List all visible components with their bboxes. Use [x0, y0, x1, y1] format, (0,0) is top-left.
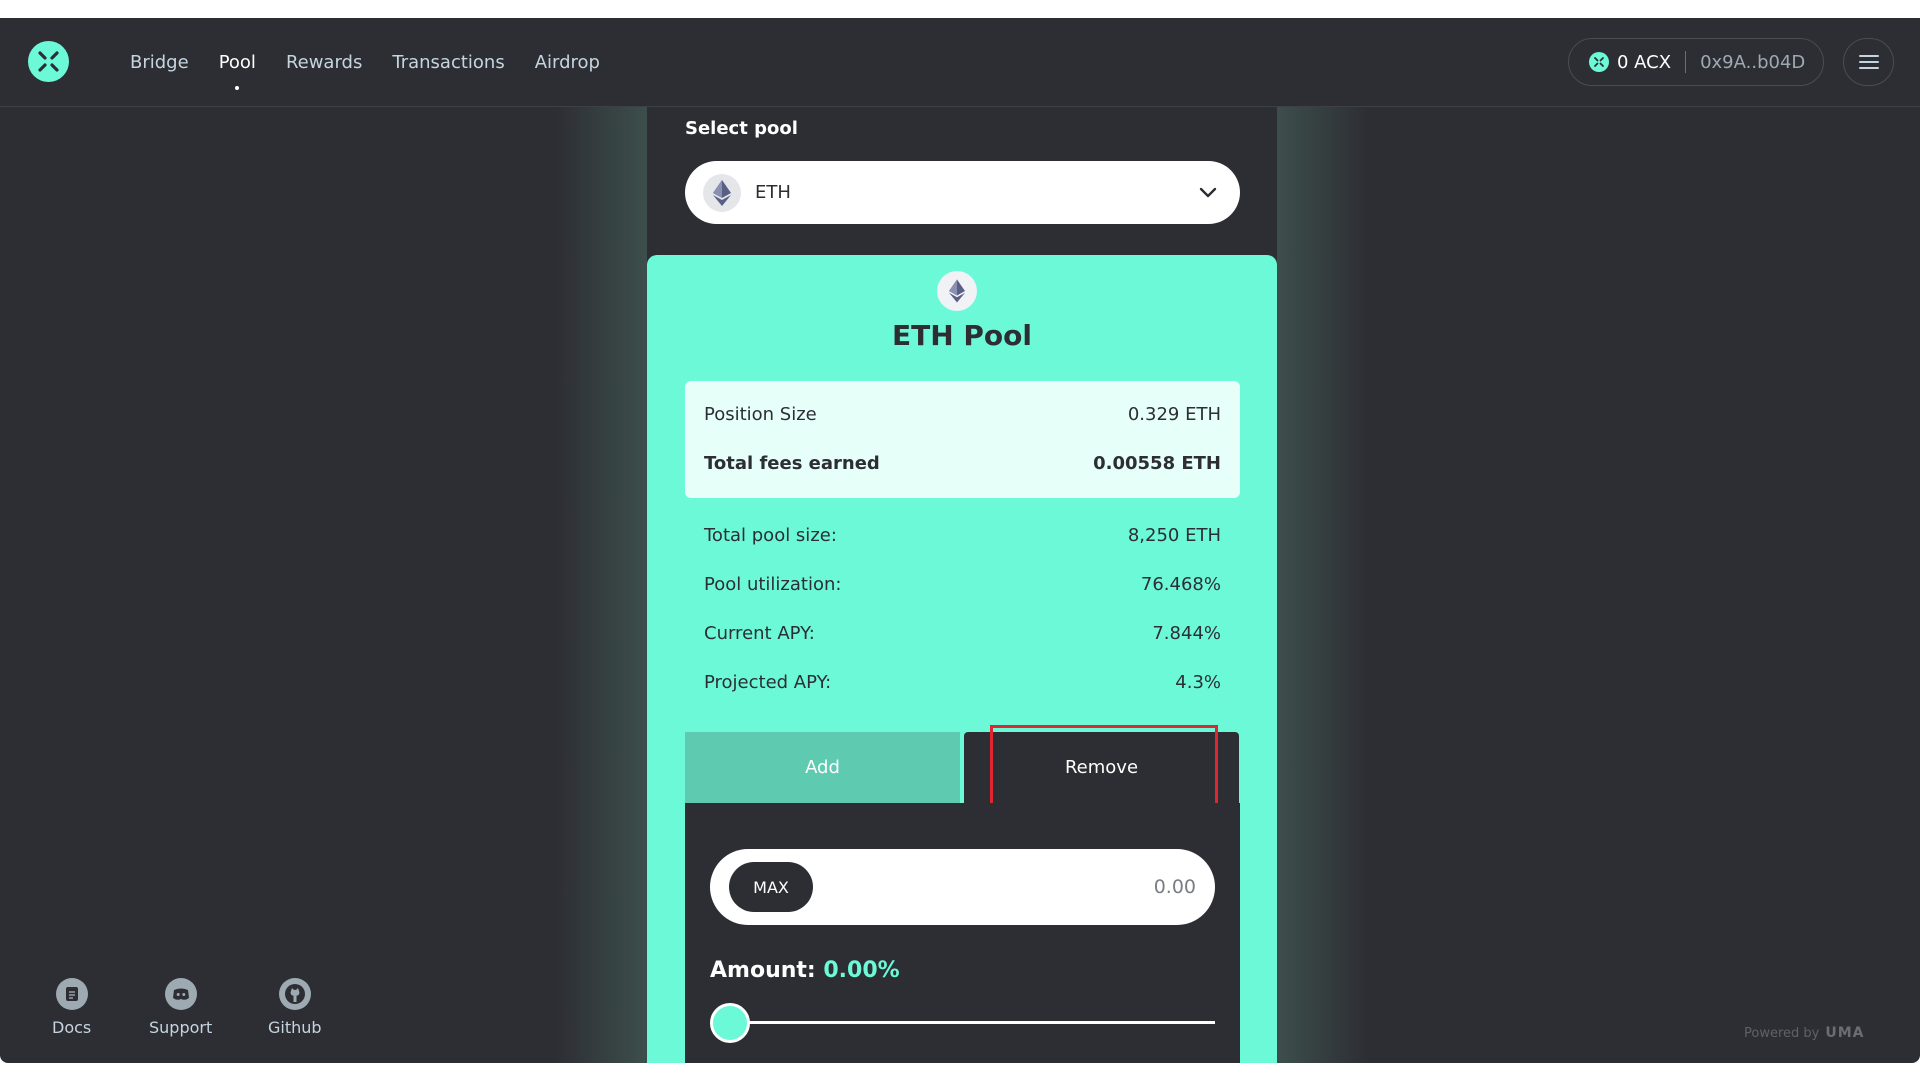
stat-label: Pool utilization: — [704, 574, 842, 595]
acx-balance: 0 ACX — [1617, 51, 1672, 73]
stat-value: 76.468% — [1140, 574, 1221, 595]
stat-label: Total pool size: — [704, 525, 837, 546]
right-glow — [1276, 107, 1368, 1063]
eth-token-icon — [937, 271, 977, 311]
docs-icon — [55, 978, 88, 1010]
amount-slider-thumb[interactable] — [710, 1003, 750, 1043]
stat-label: Projected APY: — [704, 672, 832, 693]
stat-label: Current APY: — [704, 623, 815, 644]
fees-earned-row: Total fees earned 0.00558 ETH — [685, 453, 1240, 474]
app-window: Bridge Pool Rewards Transactions Airdrop… — [0, 18, 1920, 1063]
github-icon — [278, 978, 311, 1010]
uma-logo: UMA — [1825, 1025, 1865, 1041]
across-logo-icon[interactable] — [28, 41, 69, 82]
stat-row: Current APY: 7.844% — [685, 623, 1240, 644]
stat-value: 4.3% — [1175, 672, 1221, 693]
fees-earned-label: Total fees earned — [704, 453, 880, 474]
position-size-label: Position Size — [704, 404, 817, 425]
amount-input[interactable]: 0.00 — [996, 849, 1196, 925]
powered-by-label: Powered by — [1744, 1025, 1820, 1041]
eth-token-icon — [703, 173, 741, 212]
footer-github-link[interactable]: Github — [268, 978, 322, 1037]
amount-slider-track[interactable] — [730, 1021, 1215, 1024]
position-summary: Position Size 0.329 ETH Total fees earne… — [685, 381, 1240, 498]
acx-token-icon — [1589, 52, 1609, 72]
fees-earned-value: 0.00558 ETH — [1093, 453, 1221, 474]
top-header: Bridge Pool Rewards Transactions Airdrop… — [0, 18, 1920, 107]
discord-icon — [164, 978, 197, 1010]
support-label: Support — [149, 1018, 213, 1037]
amount-input-wrapper: MAX 0.00 — [710, 849, 1215, 925]
tab-remove[interactable]: Remove — [964, 732, 1239, 803]
wallet-divider — [1685, 51, 1687, 73]
pool-select-dropdown[interactable]: ETH — [685, 161, 1240, 224]
pool-card: ETH Pool Position Size 0.329 ETH Total f… — [647, 255, 1277, 1063]
stat-value: 8,250 ETH — [1127, 525, 1221, 546]
nav-bridge[interactable]: Bridge — [130, 18, 189, 107]
chevron-down-icon — [1199, 187, 1217, 198]
main-nav: Bridge Pool Rewards Transactions Airdrop — [130, 18, 630, 107]
stat-row: Total pool size: 8,250 ETH — [685, 525, 1240, 546]
footer-docs-link[interactable]: Docs — [52, 978, 91, 1037]
remove-panel: MAX 0.00 Amount: 0.00% — [685, 803, 1240, 1063]
stat-row: Pool utilization: 76.468% — [685, 574, 1240, 595]
hamburger-menu-button[interactable] — [1843, 38, 1894, 86]
max-button[interactable]: MAX — [729, 862, 813, 912]
position-size-row: Position Size 0.329 ETH — [685, 404, 1240, 425]
amount-percent: 0.00% — [823, 958, 900, 983]
wallet-address: 0x9A..b04D — [1700, 51, 1806, 73]
amount-label: Amount: — [710, 958, 816, 983]
left-glow — [556, 107, 648, 1063]
nav-rewards[interactable]: Rewards — [286, 18, 362, 107]
nav-pool[interactable]: Pool — [219, 18, 256, 107]
stat-value: 7.844% — [1152, 623, 1221, 644]
position-size-value: 0.329 ETH — [1127, 404, 1221, 425]
select-pool-label: Select pool — [685, 118, 798, 139]
pool-stats: Total pool size: 8,250 ETH Pool utilizat… — [685, 525, 1240, 725]
nav-airdrop[interactable]: Airdrop — [535, 18, 600, 107]
selected-pool: ETH — [755, 182, 791, 203]
amount-label-row: Amount: 0.00% — [710, 958, 900, 983]
pool-title: ETH Pool — [892, 319, 1032, 352]
pool-column: Select pool ETH ETH Pool Position Size 0… — [647, 107, 1277, 1063]
menu-icon — [1858, 55, 1879, 69]
wallet-button[interactable]: 0 ACX 0x9A..b04D — [1568, 38, 1824, 86]
nav-transactions[interactable]: Transactions — [392, 18, 504, 107]
powered-by: Powered by UMA — [1744, 1025, 1865, 1041]
github-label: Github — [268, 1018, 322, 1037]
docs-label: Docs — [52, 1018, 92, 1037]
stat-row: Projected APY: 4.3% — [685, 672, 1240, 693]
footer-support-link[interactable]: Support — [149, 978, 212, 1037]
tab-add[interactable]: Add — [685, 732, 960, 803]
